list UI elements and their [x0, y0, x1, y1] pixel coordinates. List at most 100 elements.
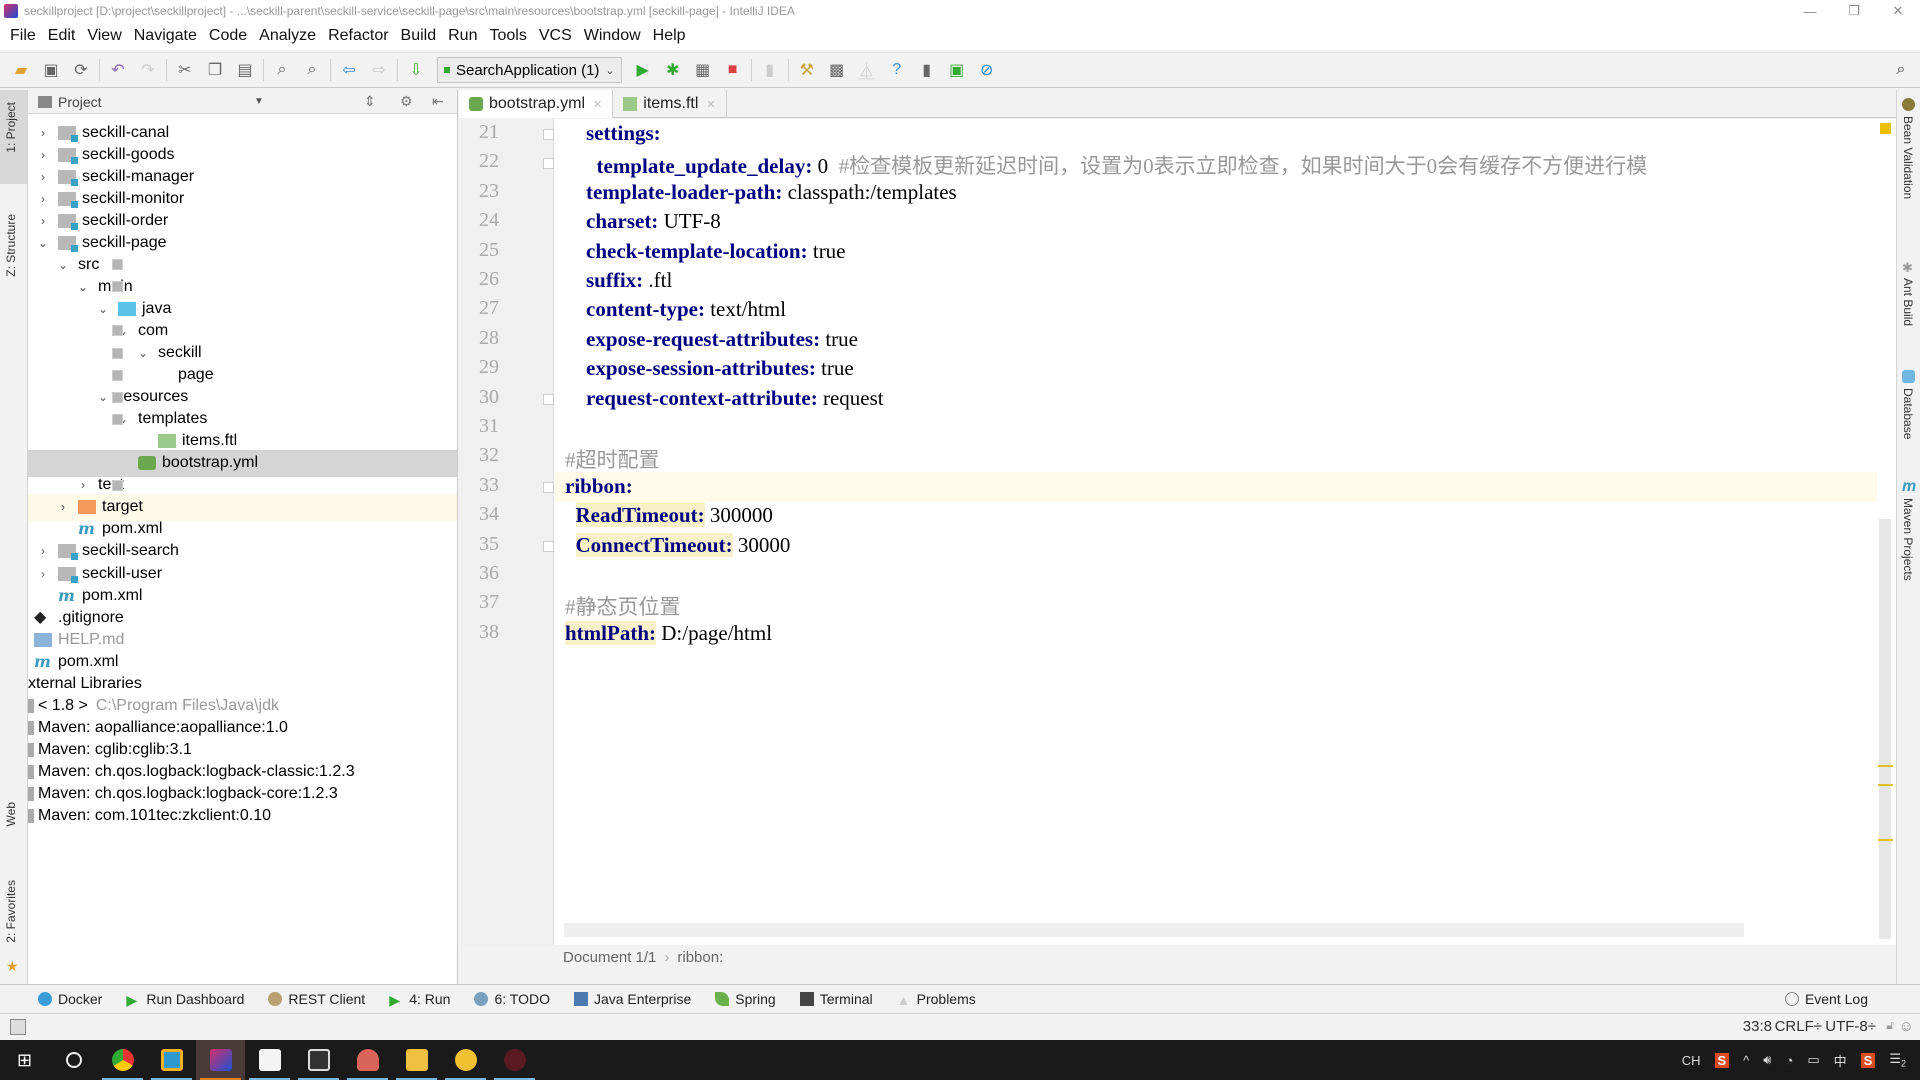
help-icon[interactable]: ?: [882, 57, 912, 83]
tool-tab-project[interactable]: 1: Project: [4, 102, 18, 153]
caret-position[interactable]: 33:8: [1743, 1018, 1772, 1035]
menu-edit[interactable]: Edit: [42, 27, 82, 45]
inspection-status-icon[interactable]: [1880, 123, 1891, 134]
synchronize-icon[interactable]: ⟳: [66, 57, 96, 83]
close-button[interactable]: ✕: [1876, 0, 1920, 22]
sogou-icon[interactable]: S: [1860, 1052, 1876, 1068]
menu-help[interactable]: Help: [647, 27, 692, 45]
redo-icon[interactable]: ↷: [133, 57, 163, 83]
toggle-tool-windows-icon[interactable]: [10, 1019, 26, 1035]
stop-icon[interactable]: ■: [718, 57, 748, 83]
run-configuration-dropdown[interactable]: SearchApplication (1) ⌄: [437, 57, 622, 83]
close-tab-icon[interactable]: ✕: [706, 98, 715, 111]
code-editor[interactable]: 21 22 23 24 25 26 27 28 29 30 31 32 33 34 35 36 37 38 set…: [459, 119, 1877, 945]
ime-mode[interactable]: 中: [1834, 1051, 1847, 1070]
tool-event-log[interactable]: Event Log: [1773, 984, 1880, 1014]
expand-arrow-icon[interactable]: ›: [36, 148, 50, 162]
forward-icon[interactable]: ⇨: [364, 57, 394, 83]
undo-icon[interactable]: ↶: [103, 57, 133, 83]
editor-scrollbar[interactable]: [1877, 119, 1896, 945]
minimize-button[interactable]: —: [1788, 0, 1832, 22]
project-structure-icon[interactable]: ⚒: [792, 57, 822, 83]
expand-arrow-icon[interactable]: ›: [36, 214, 50, 228]
save-all-icon[interactable]: ▣: [36, 57, 66, 83]
find-icon[interactable]: ⌕: [267, 57, 297, 83]
horizontal-scrollbar[interactable]: [564, 923, 1744, 937]
sogou-icon[interactable]: S: [1714, 1052, 1730, 1068]
input-language[interactable]: CH: [1682, 1053, 1701, 1068]
tool-tab-favorites[interactable]: 2: Favorites: [4, 880, 18, 943]
tool-docker[interactable]: Docker: [26, 984, 114, 1014]
search-everywhere-icon[interactable]: ⌕: [1886, 57, 1916, 83]
tool-tab-bean-validation[interactable]: Bean Validation: [1901, 116, 1915, 199]
tool-tab-structure[interactable]: Z: Structure: [4, 214, 18, 277]
build-icon[interactable]: ⇩: [401, 57, 431, 83]
show-hidden-icons[interactable]: ^: [1743, 1053, 1749, 1068]
menu-window[interactable]: Window: [578, 27, 647, 45]
scrollbar-thumb[interactable]: [1879, 519, 1891, 939]
tool-spring[interactable]: Spring: [703, 984, 787, 1014]
tool-tab-database[interactable]: Database: [1901, 388, 1915, 439]
tool-tab-web[interactable]: Web: [4, 802, 18, 826]
taskbar-app-blue[interactable]: [147, 1040, 196, 1080]
cortana-button[interactable]: [49, 1040, 98, 1080]
close-tab-icon[interactable]: ✕: [593, 98, 602, 111]
tree-item[interactable]: Maven: com.101tec:zkclient:0.10: [28, 803, 457, 830]
taskbar-app-dark-red[interactable]: [490, 1040, 539, 1080]
fold-marker-icon[interactable]: [543, 129, 554, 140]
settings-gear-icon[interactable]: ⚙: [400, 93, 413, 110]
highlight-marker[interactable]: [1878, 784, 1893, 786]
collapse-arrow-icon[interactable]: ⌄: [76, 280, 90, 294]
collapse-arrow-icon[interactable]: ⌄: [36, 236, 50, 250]
taskbar-app-red[interactable]: [343, 1040, 392, 1080]
menu-view[interactable]: View: [81, 27, 127, 45]
collapse-all-icon[interactable]: ⇕: [364, 93, 376, 110]
attach-debugger-icon[interactable]: ▮: [755, 57, 785, 83]
collapse-arrow-icon[interactable]: ⌄: [56, 258, 70, 272]
tool-java-enterprise[interactable]: Java Enterprise: [562, 984, 703, 1014]
menu-navigate[interactable]: Navigate: [128, 27, 203, 45]
taskbar-intellij[interactable]: [196, 1040, 245, 1080]
fold-marker-icon[interactable]: [543, 158, 554, 170]
power-save-icon[interactable]: ⊘: [972, 57, 1002, 83]
lock-icon[interactable]: 🔓︎: [1886, 1018, 1894, 1033]
tool-tab-maven-projects[interactable]: Maven Projects: [1901, 498, 1915, 581]
expand-arrow-icon[interactable]: ›: [36, 544, 50, 558]
line-separator[interactable]: CRLF÷: [1775, 1018, 1822, 1035]
fold-marker-icon[interactable]: [543, 393, 554, 405]
breadcrumb-ribbon[interactable]: ribbon:: [677, 949, 723, 966]
tool-todo[interactable]: 6: TODO: [462, 984, 562, 1014]
file-encoding[interactable]: UTF-8÷: [1825, 1018, 1876, 1035]
taskbar-chrome[interactable]: [98, 1040, 147, 1080]
project-view-label[interactable]: Project: [58, 94, 102, 110]
terminal-icon[interactable]: ▮: [912, 57, 942, 83]
volume-icon[interactable]: 🔊︎: [1763, 1052, 1771, 1068]
taskbar-file-explorer[interactable]: [392, 1040, 441, 1080]
menu-code[interactable]: Code: [203, 27, 253, 45]
collapse-arrow-icon[interactable]: ⌄: [96, 302, 110, 316]
menu-refactor[interactable]: Refactor: [322, 27, 394, 45]
taskbar-squirrel[interactable]: [441, 1040, 490, 1080]
cut-icon[interactable]: ✂: [170, 57, 200, 83]
breadcrumb-document[interactable]: Document 1/1: [563, 949, 656, 966]
tool-run-dashboard[interactable]: ▶ Run Dashboard: [114, 984, 256, 1014]
menu-build[interactable]: Build: [395, 27, 443, 45]
collapse-arrow-icon[interactable]: ⌄: [96, 390, 110, 404]
view-dropdown-icon[interactable]: ▼: [254, 96, 264, 107]
fold-marker-icon[interactable]: [543, 481, 554, 493]
expand-arrow-icon[interactable]: ›: [36, 567, 50, 581]
tool-run[interactable]: ▶ 4: Run: [377, 984, 462, 1014]
menu-run[interactable]: Run: [442, 27, 483, 45]
expand-arrow-icon[interactable]: ›: [56, 500, 70, 514]
highlight-marker[interactable]: [1878, 765, 1893, 767]
taskbar-typora[interactable]: [245, 1040, 294, 1080]
menu-vcs[interactable]: VCS: [533, 27, 578, 45]
tab-bootstrap-yml[interactable]: bootstrap.yml ✕: [459, 90, 614, 118]
action-center-icon[interactable]: ☰2: [1889, 1051, 1906, 1069]
expand-arrow-icon[interactable]: ›: [36, 170, 50, 184]
taskbar-terminal[interactable]: [294, 1040, 343, 1080]
debug-icon[interactable]: ✱: [658, 57, 688, 83]
run-icon[interactable]: ▶: [628, 57, 658, 83]
expand-arrow-icon[interactable]: ›: [36, 192, 50, 206]
paste-icon[interactable]: ▤: [230, 57, 260, 83]
